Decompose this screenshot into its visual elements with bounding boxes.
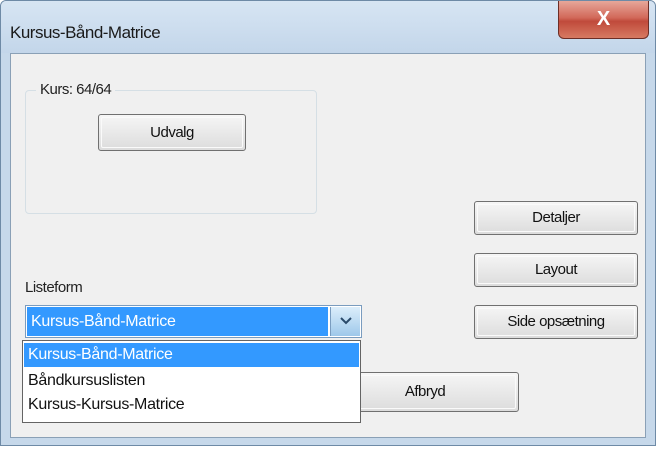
select-button-label: Udvalg: [150, 124, 194, 141]
list-form-label: Listeform: [25, 279, 83, 296]
page-setup-button[interactable]: Side opsætning: [474, 305, 638, 339]
close-icon: X: [596, 8, 611, 30]
layout-button[interactable]: Layout: [474, 253, 638, 287]
list-form-dropdown: Kursus-Bånd-Matrice Båndkursuslisten Kur…: [22, 340, 361, 423]
title-bar[interactable]: Kursus-Bånd-Matrice: [1, 1, 655, 53]
page-setup-button-label: Side opsætning: [507, 313, 605, 330]
course-count-label: Kurs: 64/64: [36, 81, 116, 98]
window-title: Kursus-Bånd-Matrice: [10, 23, 161, 42]
details-button-label: Detaljer: [532, 209, 580, 226]
list-option[interactable]: Kursus-Kursus-Matrice: [24, 393, 359, 417]
layout-button-label: Layout: [534, 261, 578, 278]
list-option[interactable]: Kursus-Bånd-Matrice: [24, 343, 359, 367]
close-button[interactable]: X: [558, 1, 649, 39]
list-form-value: Kursus-Bånd-Matrice: [27, 307, 328, 336]
chevron-down-icon: [340, 317, 352, 325]
list-form-select[interactable]: Kursus-Bånd-Matrice: [25, 305, 362, 338]
list-option[interactable]: Båndkursuslisten: [24, 369, 359, 393]
dropdown-toggle[interactable]: [330, 307, 360, 336]
course-groupbox: Kurs: 64/64 Udvalg: [25, 81, 317, 214]
details-button[interactable]: Detaljer: [474, 201, 638, 235]
select-button[interactable]: Udvalg: [98, 114, 246, 151]
cancel-button-label: Afbryd: [404, 383, 446, 400]
